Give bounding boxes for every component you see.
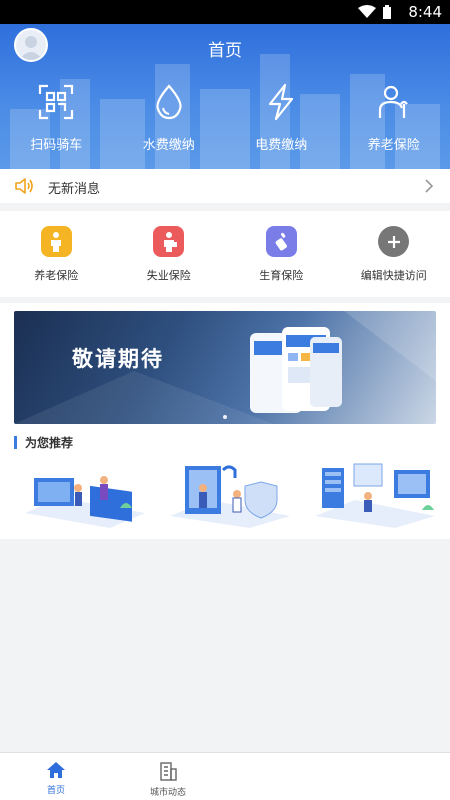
service-grid: 养老保险 失业保险 生育保险 编辑快捷访问 <box>0 211 450 297</box>
main-content: 敬请期待 为您推荐 <box>0 303 450 539</box>
service-maternity-insurance[interactable]: 生育保险 <box>225 211 338 297</box>
service-label: 养老保险 <box>34 269 79 282</box>
baby-bottle-icon <box>265 226 297 257</box>
quick-actions: 扫码骑车 水费缴纳 电费缴纳 养老保险 <box>0 82 450 162</box>
worker-icon <box>153 226 185 257</box>
status-bar: 8:44 <box>0 0 450 24</box>
notice-bar[interactable]: 无新消息 <box>0 169 450 203</box>
tab-home[interactable]: 首页 <box>0 753 112 800</box>
quick-action-label: 水费缴纳 <box>142 138 195 153</box>
promo-banner[interactable]: 敬请期待 <box>14 311 436 424</box>
recommend-list <box>20 458 440 528</box>
service-label: 编辑快捷访问 <box>360 269 427 282</box>
quick-action-pension[interactable]: 养老保险 <box>338 82 450 162</box>
bottom-tab-bar: 首页 城市动态 <box>0 752 450 800</box>
pagination-dot[interactable] <box>223 415 227 419</box>
page-title: 首页 <box>208 41 242 61</box>
service-label: 失业保险 <box>146 269 191 282</box>
water-drop-icon <box>156 84 182 120</box>
quick-action-water-fee[interactable]: 水费缴纳 <box>113 82 226 162</box>
tab-label: 城市动态 <box>149 788 186 798</box>
quick-action-scan-bike[interactable]: 扫码骑车 <box>0 82 113 162</box>
battery-icon <box>383 5 391 19</box>
status-icons <box>358 5 392 19</box>
status-time: 8:44 <box>408 3 442 21</box>
wifi-icon <box>358 5 376 18</box>
quick-action-label: 扫码骑车 <box>30 138 83 153</box>
recommend-card-network-illustration[interactable] <box>310 458 440 528</box>
recommend-card-office-illustration[interactable] <box>20 458 150 528</box>
service-label: 生育保险 <box>259 269 304 282</box>
home-icon <box>47 762 65 778</box>
building-icon <box>160 762 177 781</box>
quick-action-label: 电费缴纳 <box>255 138 308 153</box>
service-edit-shortcuts[interactable]: 编辑快捷访问 <box>338 211 450 297</box>
quick-action-electric-fee[interactable]: 电费缴纳 <box>225 82 338 162</box>
recommend-heading: 为您推荐 <box>14 435 74 450</box>
tab-label: 首页 <box>46 786 65 796</box>
app-header: 首页 扫码骑车 水费缴纳 电费缴纳 养老保险 <box>0 24 450 169</box>
plus-icon <box>378 226 410 257</box>
qr-scan-icon <box>39 84 74 120</box>
elderly-person-icon <box>378 85 408 118</box>
lightning-icon <box>269 83 294 121</box>
notice-text: 无新消息 <box>48 182 101 197</box>
service-unemployment-insurance[interactable]: 失业保险 <box>113 211 226 297</box>
recommend-title: 为您推荐 <box>25 435 74 450</box>
speaker-icon <box>15 178 33 194</box>
recommend-card-security-illustration[interactable] <box>165 458 295 528</box>
tab-city-news[interactable]: 城市动态 <box>112 753 224 800</box>
quick-action-label: 养老保险 <box>367 138 420 153</box>
chevron-right-icon <box>425 179 434 193</box>
service-pension-insurance[interactable]: 养老保险 <box>0 211 113 297</box>
person-icon <box>40 226 72 257</box>
banner-text: 敬请期待 <box>72 347 164 371</box>
heading-accent-bar <box>14 435 17 449</box>
banner-pagination <box>14 415 436 419</box>
